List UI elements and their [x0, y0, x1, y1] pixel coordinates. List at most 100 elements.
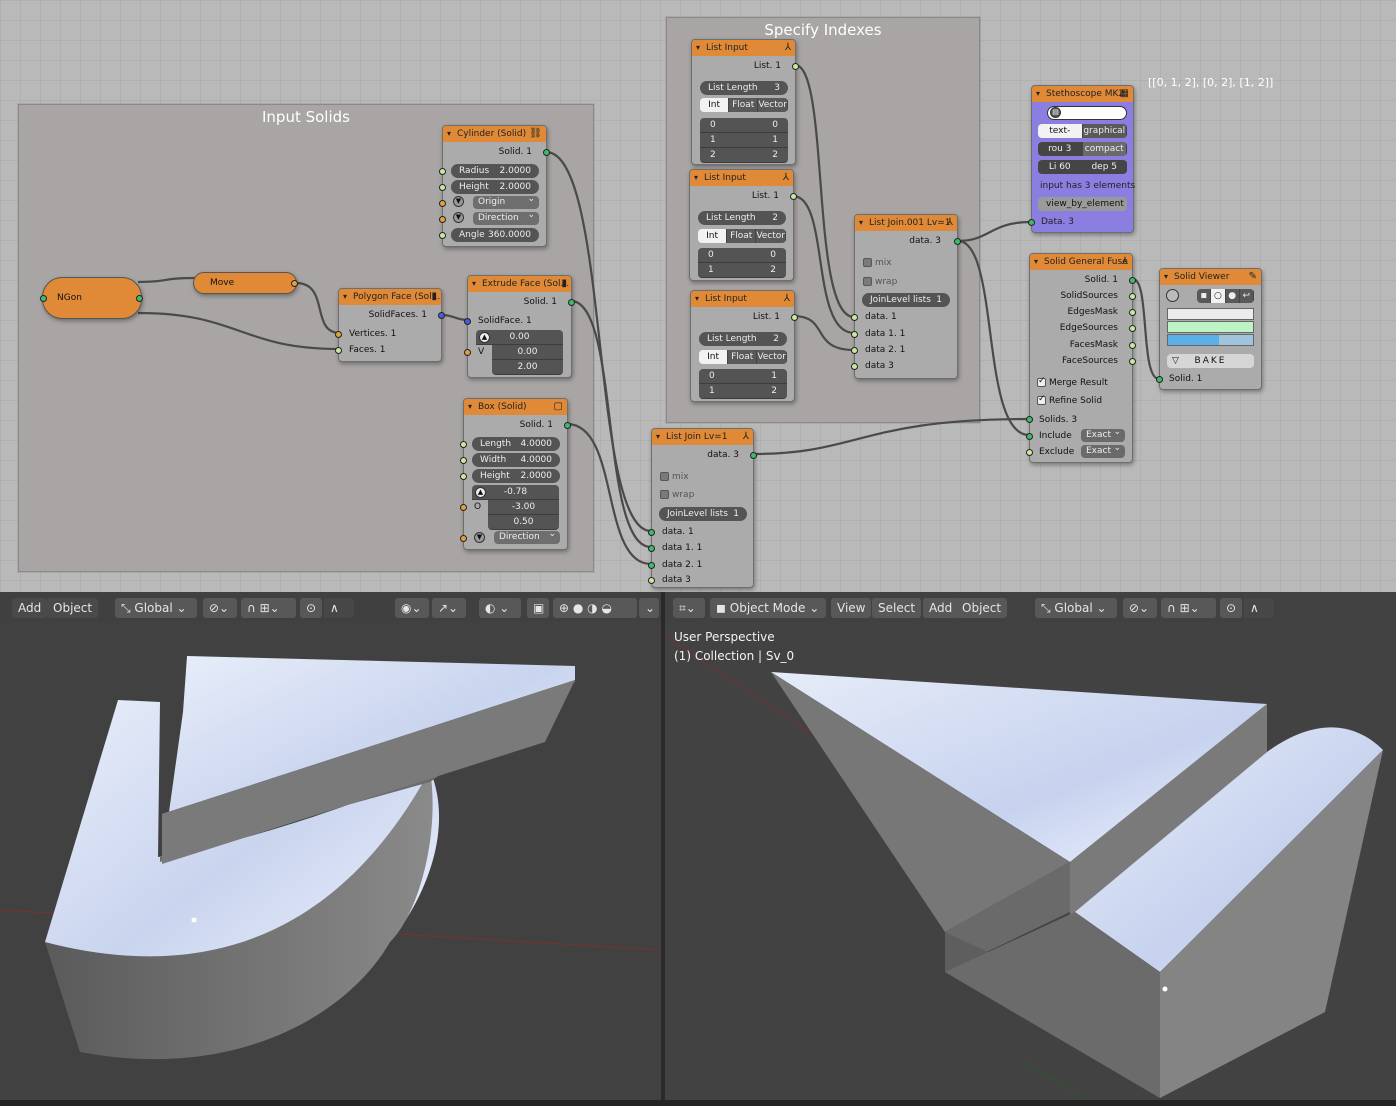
type-selector[interactable]: Int Float Vector: [700, 98, 788, 112]
shading-dropdown[interactable]: ⌄: [639, 598, 659, 618]
line-limit-field[interactable]: Li 60: [1038, 160, 1083, 174]
type-float[interactable]: Float: [728, 350, 758, 364]
extrude-solid-socket[interactable]: [568, 299, 575, 306]
join-socket-4[interactable]: [648, 577, 655, 584]
faces-socket[interactable]: [335, 347, 342, 354]
viewport-right[interactable]: ⌗⌄ ◼ Object Mode ⌄ View Select Add Objec…: [665, 592, 1396, 1100]
vector-toggle-icon[interactable]: ▲: [479, 332, 490, 343]
box-direction-dropdown[interactable]: Direction: [494, 528, 560, 544]
mix-checkbox[interactable]: [863, 258, 872, 267]
list-row[interactable]: 22: [700, 148, 788, 163]
extrude-face-node[interactable]: Extrude Face (Sol...▮ Solid. 1 SolidFace…: [464, 275, 575, 378]
type-vector[interactable]: Vector: [756, 229, 786, 243]
list-row[interactable]: 01: [699, 369, 787, 384]
list-join-node[interactable]: List Join Lv=1⅄ data. 3 mix wrap JoinLev…: [648, 428, 757, 588]
join-socket-2[interactable]: [648, 545, 655, 552]
list-row[interactable]: 12: [698, 263, 786, 278]
type-selector[interactable]: Int Float Vector: [698, 229, 786, 243]
height-socket[interactable]: [439, 184, 446, 191]
list-join-001-node[interactable]: List Join.001 Lv=1⅄ data. 3 mix wrap Joi…: [851, 214, 961, 379]
shading-selector[interactable]: ⊕ ● ◑ ◒: [553, 598, 637, 618]
height-socket[interactable]: [460, 473, 467, 480]
add-menu[interactable]: Add: [923, 598, 959, 618]
list-row[interactable]: 12: [699, 384, 787, 399]
origin-socket[interactable]: [460, 504, 467, 511]
type-selector[interactable]: Int Float Vector: [699, 350, 787, 364]
gizmo-dropdown[interactable]: ↗⌄: [432, 598, 466, 618]
extrude-face-header[interactable]: Extrude Face (Sol...▮: [468, 276, 571, 292]
origin-vector-toggle-icon[interactable]: ▲: [475, 487, 486, 498]
object-menu[interactable]: Object: [47, 598, 99, 618]
fuse-out-socket-4[interactable]: [1129, 325, 1136, 332]
box-direction-toggle-icon[interactable]: ▼: [474, 532, 485, 543]
edge-color-swatch[interactable]: [1167, 321, 1254, 333]
refine-solid-checkbox[interactable]: [1037, 394, 1046, 405]
falloff-dropdown[interactable]: ∧: [1244, 598, 1274, 618]
compact-toggle[interactable]: compact: [1082, 142, 1127, 156]
object-mode-dropdown[interactable]: ◼ Object Mode ⌄: [710, 598, 826, 618]
fuse-out-socket-6[interactable]: [1129, 358, 1136, 365]
vertex-color-swatch[interactable]: [1167, 308, 1254, 320]
wrap-checkbox[interactable]: [863, 277, 872, 286]
xray-toggle[interactable]: ▣: [527, 598, 549, 618]
snap-dropdown[interactable]: ∩ ⊞⌄: [241, 598, 296, 618]
mix-checkbox[interactable]: [660, 472, 669, 481]
join-socket-1[interactable]: [648, 529, 655, 536]
proportional-edit-toggle[interactable]: ⊙: [1220, 598, 1242, 618]
rounding-row[interactable]: rou 3 compact: [1038, 142, 1127, 156]
viewport-left[interactable]: Add Object ⤡ Global ⌄ ⊘⌄ ∩ ⊞⌄ ⊙ ∧ ◉⌄ ↗⌄ …: [0, 592, 661, 1100]
mode-selector[interactable]: text-basedgraphical: [1038, 124, 1127, 138]
list-input-node-1[interactable]: List Input⅄ List. 1 List Length3 IntFloa…: [691, 39, 799, 165]
type-int[interactable]: Int: [700, 98, 730, 112]
join-socket-3[interactable]: [648, 562, 655, 569]
stethoscope-node[interactable]: Stethoscope MK2▦ ▤ text-basedgraphical r…: [1028, 85, 1135, 233]
type-float[interactable]: Float: [727, 229, 757, 243]
cylinder-solid-socket[interactable]: [543, 149, 550, 156]
box-solid-socket[interactable]: [564, 422, 571, 429]
length-socket[interactable]: [460, 441, 467, 448]
face-color-swatch[interactable]: [1167, 334, 1254, 346]
limits-row[interactable]: Li 60 dep 5: [1038, 160, 1127, 174]
list-input-header[interactable]: List Input⅄: [691, 291, 794, 307]
vector-z-field[interactable]: 2.00: [492, 360, 563, 375]
bake-button[interactable]: ▽ BAKE: [1167, 354, 1254, 368]
pivot-dropdown[interactable]: ⊘⌄: [1123, 598, 1157, 618]
list-row[interactable]: 00: [698, 248, 786, 263]
solid-viewer-node[interactable]: Solid Viewer✎ ◾○●↩ ▽BAKE Solid. 1: [1156, 268, 1262, 390]
mode-verts-icon[interactable]: ◾: [1197, 289, 1212, 303]
list-length-field[interactable]: List Length 2: [699, 332, 787, 346]
add-menu[interactable]: Add: [12, 598, 48, 618]
cylinder-angle-field[interactable]: Angle 360.0000: [451, 228, 539, 242]
angle-socket[interactable]: [439, 232, 446, 239]
proportional-edit-toggle[interactable]: ⊙: [300, 598, 322, 618]
visibility-dropdown[interactable]: ◉⌄: [395, 598, 429, 618]
solid-viewer-socket[interactable]: [1156, 376, 1163, 383]
stethoscope-data-socket[interactable]: [1028, 219, 1035, 226]
list-length-field[interactable]: List Length 2: [698, 211, 786, 225]
solid-general-fuse-node[interactable]: Solid General Fuse⅄ Solid. 1 SolidSource…: [1026, 253, 1136, 463]
view-menu[interactable]: View: [831, 598, 872, 618]
cylinder-node[interactable]: Cylinder (Solid)⛓ Solid. 1 Radius2.0000 …: [439, 125, 550, 247]
joinlevel-field[interactable]: JoinLevel lists 1: [862, 293, 950, 307]
join-socket-1[interactable]: [851, 314, 858, 321]
pivot-dropdown[interactable]: ⊘⌄: [203, 598, 237, 618]
list-join-header[interactable]: List Join Lv=1⅄: [652, 429, 753, 445]
vector-y-field[interactable]: 0.00: [492, 345, 563, 360]
visibility-icon[interactable]: [1166, 289, 1179, 302]
orientation-dropdown[interactable]: ⤡ Global ⌄: [1035, 598, 1117, 618]
joinlevel-field[interactable]: JoinLevel lists 1: [659, 507, 747, 521]
snap-dropdown[interactable]: ∩ ⊞⌄: [1161, 598, 1216, 618]
list-row[interactable]: 11: [700, 133, 788, 148]
type-vector[interactable]: Vector: [758, 98, 788, 112]
list-join-data-socket[interactable]: [750, 452, 757, 459]
list-input-header[interactable]: List Input⅄: [692, 40, 795, 56]
polygon-face-node[interactable]: Polygon Face (Sol...▮ SolidFaces. 1 Vert…: [335, 288, 445, 362]
ngon-out-socket[interactable]: [136, 295, 143, 302]
list-join-001-header[interactable]: List Join.001 Lv=1⅄: [855, 215, 957, 231]
fuse-out-socket-3[interactable]: [1129, 309, 1136, 316]
solid-general-fuse-header[interactable]: Solid General Fuse⅄: [1030, 254, 1132, 270]
origin-toggle-icon[interactable]: ▼: [453, 196, 464, 207]
radius-socket[interactable]: [439, 168, 446, 175]
origin-socket[interactable]: [439, 200, 446, 207]
list-socket[interactable]: [792, 63, 799, 70]
